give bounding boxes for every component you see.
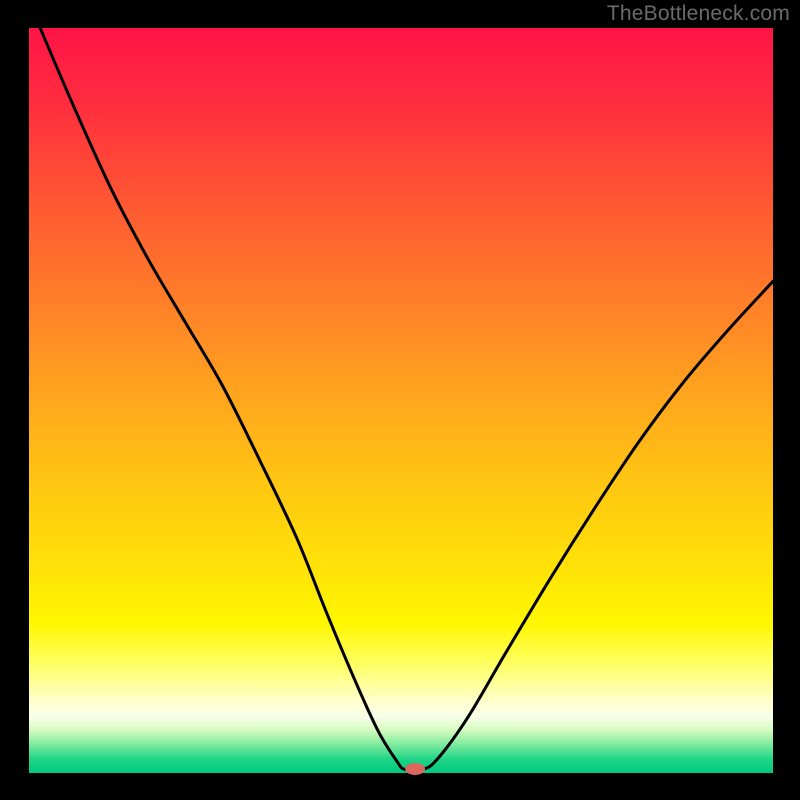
watermark-text: TheBottleneck.com xyxy=(607,2,790,26)
bottleneck-chart xyxy=(0,0,800,800)
chart-background xyxy=(29,28,773,773)
optimal-point-marker xyxy=(405,763,425,775)
